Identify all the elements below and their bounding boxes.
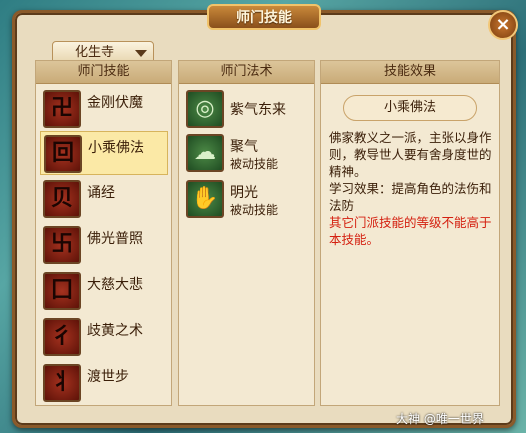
skill-rune-icon: 卐 bbox=[43, 226, 81, 264]
effect-learn-text: 学习效果：提高角色的法伤和法防 bbox=[329, 181, 492, 213]
skill-name: 金刚伏魔 bbox=[87, 95, 143, 111]
window-title: 师门技能 bbox=[207, 4, 321, 30]
effect-note-text: 其它门派技能的等级不能高于本技能。 bbox=[329, 215, 492, 247]
skill-name: 歧黄之术 bbox=[87, 323, 143, 339]
skill-rune-icon: 贝 bbox=[43, 180, 81, 218]
spell-item[interactable]: ✋ 明光 被动技能 bbox=[183, 177, 311, 221]
skill-item[interactable]: 卐 佛光普照 bbox=[40, 223, 168, 267]
hand-icon: ✋ bbox=[186, 180, 224, 218]
skill-rune-icon: 卍 bbox=[43, 90, 81, 128]
spiral-icon: ◎ bbox=[186, 90, 224, 128]
cloud-icon: ☁ bbox=[186, 134, 224, 172]
watermark: 大神 @唯一世界 bbox=[396, 412, 484, 426]
spell-type: 被动技能 bbox=[230, 157, 279, 171]
spell-type: 被动技能 bbox=[230, 203, 279, 217]
spell-name: 紫气东来 bbox=[230, 102, 286, 118]
skill-name: 诵经 bbox=[87, 185, 115, 201]
close-button[interactable]: × bbox=[488, 10, 518, 40]
skill-name: 小乘佛法 bbox=[88, 140, 144, 156]
spell-name: 聚气 bbox=[230, 139, 258, 155]
skill-rune-icon: 丬 bbox=[43, 364, 81, 402]
effect-desc-text: 佛家教义之一派，主张以身作则，教导世人要有舍身度世的精神。 bbox=[329, 130, 492, 179]
skill-rune-icon: 彳 bbox=[43, 318, 81, 356]
skill-item-selected[interactable]: 回 小乘佛法 bbox=[40, 131, 168, 175]
skill-effect-column: 技能效果 小乘佛法 佛家教义之一派，主张以身作则，教导世人要有舍身度世的精神。 … bbox=[320, 60, 500, 406]
school-skills-header: 师门技能 bbox=[36, 61, 171, 84]
skill-name: 渡世步 bbox=[87, 369, 129, 385]
skill-item[interactable]: 彳 歧黄之术 bbox=[40, 315, 168, 359]
skill-rune-icon: 回 bbox=[44, 135, 82, 173]
school-dropdown-value: 化生寺 bbox=[75, 45, 115, 60]
skill-name: 大慈大悲 bbox=[87, 277, 143, 293]
spell-item[interactable]: ☁ 聚气 被动技能 bbox=[183, 131, 311, 175]
effect-description: 佛家教义之一派，主张以身作则，教导世人要有舍身度世的精神。 学习效果：提高角色的… bbox=[329, 129, 495, 248]
skill-effect-header: 技能效果 bbox=[321, 61, 499, 84]
spell-item[interactable]: ◎ 紫气东来 bbox=[183, 87, 311, 131]
school-spells-column: 师门法术 ◎ 紫气东来 ☁ 聚气 被动技能 ✋ 明光 被动技能 bbox=[178, 60, 315, 406]
school-skills-column: 师门技能 卍 金刚伏魔 回 小乘佛法 贝 诵经 卐 佛光普照 囗 大慈大悲 彳 … bbox=[35, 60, 172, 406]
spell-name: 明光 bbox=[230, 185, 258, 201]
skill-item[interactable]: 丬 渡世步 bbox=[40, 361, 168, 405]
skill-item[interactable]: 卍 金刚伏魔 bbox=[40, 87, 168, 131]
chevron-down-icon bbox=[135, 50, 147, 57]
skill-rune-icon: 囗 bbox=[43, 272, 81, 310]
skill-item[interactable]: 贝 诵经 bbox=[40, 177, 168, 221]
school-spells-header: 师门法术 bbox=[179, 61, 314, 84]
skill-item[interactable]: 囗 大慈大悲 bbox=[40, 269, 168, 313]
skill-name: 佛光普照 bbox=[87, 231, 143, 247]
close-icon: × bbox=[495, 14, 511, 35]
effect-skill-title: 小乘佛法 bbox=[343, 95, 477, 121]
